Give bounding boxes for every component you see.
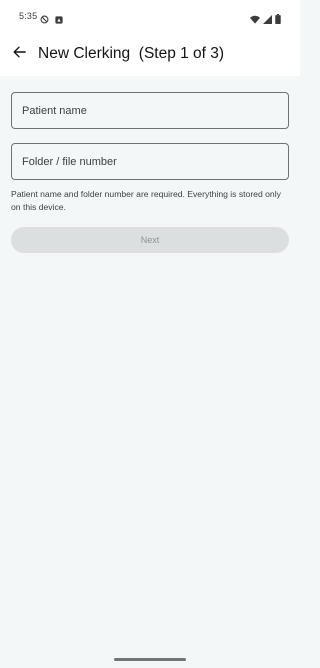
status-right-icons [250,11,281,29]
folder-number-field[interactable] [11,143,289,180]
folder-number-input[interactable] [12,144,288,179]
arrow-back-icon [12,45,26,64]
do-not-disturb-icon [40,11,49,29]
wifi-icon [250,11,260,29]
page-title: New Clerking (Step 1 of 3) [38,45,225,62]
gesture-nav-handle[interactable] [114,658,186,661]
app-bar: New Clerking (Step 1 of 3) [0,34,300,76]
status-time: 5:35 [19,11,38,21]
patient-name-input[interactable] [12,93,288,128]
status-left-icons [40,11,63,29]
battery-icon [275,11,281,29]
helper-text: Patient name and folder number are requi… [11,189,281,212]
back-button[interactable] [8,43,30,65]
notification-icon [55,11,63,29]
patient-name-field[interactable] [11,92,289,129]
cell-signal-icon [263,11,272,29]
form-content: Patient name and folder number are requi… [0,76,300,668]
next-button[interactable]: Next [11,227,289,253]
status-bar: 5:35 [0,0,300,34]
